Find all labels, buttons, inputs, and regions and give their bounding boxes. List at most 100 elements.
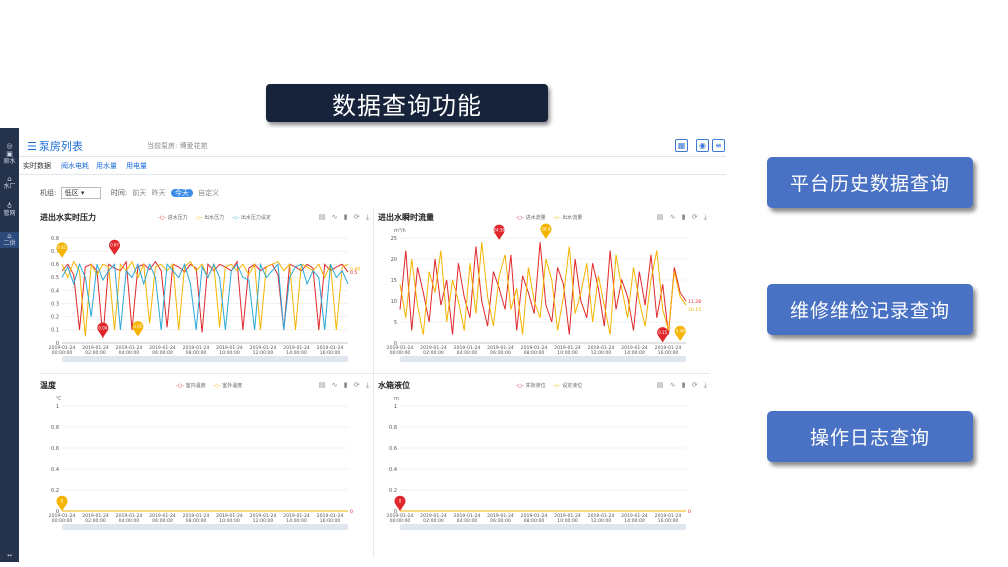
data-marker: 26.8 (540, 223, 552, 239)
x-tick-label: 04:00:00 (457, 350, 478, 356)
y-tick-label: 0.6 (51, 262, 59, 268)
end-value-label: 10.15 (688, 307, 701, 313)
sidebar-item-network[interactable]: ♁ 管网 (0, 202, 19, 218)
tab-power-usage[interactable]: 用电量 (126, 161, 147, 171)
end-value-label: 0 (350, 509, 353, 515)
app-header: ☰ 泵房列表 当前泵房: 博爱花苑 ▦ ◉ ≡ (19, 134, 726, 157)
x-tick-label: 12:00:00 (591, 518, 612, 524)
end-value-label: 11.28 (688, 299, 701, 305)
sidebar-item-home[interactable]: ◎ (0, 142, 19, 150)
tab-energy[interactable]: 阀水电耗 (61, 161, 89, 171)
y-axis-label: m³/h (394, 228, 406, 234)
x-tick-label: 14:00:00 (624, 518, 645, 524)
history-query-button[interactable]: 平台历史数据查询 (767, 157, 973, 208)
y-axis-label: ℃ (56, 396, 62, 402)
x-tick-label: 16:00:00 (320, 518, 341, 524)
menu-icon[interactable]: ☰ (27, 140, 37, 153)
y-tick-label: 0.6 (389, 446, 397, 452)
pressure-chart: 00.10.20.30.40.50.60.70.82019-01-2400:00… (49, 236, 360, 362)
x-tick-label: 08:00:00 (524, 518, 545, 524)
x-tick-label: 08:00:00 (524, 350, 545, 356)
x-tick-label: 14:00:00 (286, 518, 307, 524)
house-icon: ⌂ (7, 232, 12, 240)
data-marker: 0.15 (657, 327, 669, 343)
log-query-button[interactable]: 操作日志查询 (767, 411, 973, 462)
y-tick-label: 0.8 (51, 236, 59, 242)
x-tick-label: 12:00:00 (253, 350, 274, 356)
x-tick-label: 08:00:00 (186, 350, 207, 356)
y-tick-label: 0.4 (51, 467, 59, 473)
marker-label: 0.05 (133, 324, 142, 329)
y-tick-label: 25 (391, 236, 397, 242)
period-custom[interactable]: 自定义 (198, 189, 219, 197)
x-tick-label: 06:00:00 (490, 518, 511, 524)
y-tick-label: 0.1 (51, 328, 59, 334)
x-tick-label: 14:00:00 (286, 350, 307, 356)
x-tick-label: 02:00:00 (423, 518, 444, 524)
y-tick-label: 15 (391, 278, 397, 284)
data-marker: 0.04 (97, 322, 109, 338)
temperature-chart-panel: 温度 -○- 室内温度 -◇- 室外温度 ▤ ∿ ▮ ⟳ ⤓ ℃ 0 0.2 0.4 0… (40, 380, 375, 540)
data-marker: 0.48 (674, 325, 686, 341)
maintenance-query-button[interactable]: 维修维检记录查询 (767, 284, 973, 335)
y-tick-label: 0.6 (51, 446, 59, 452)
sidebar-expand-icon[interactable]: ↔ (0, 552, 19, 560)
end-value-label: 0.49 (350, 266, 360, 272)
y-tick-label: 0.2 (389, 488, 397, 494)
period-day-before[interactable]: 前天 (132, 189, 146, 197)
grid-view-icon[interactable]: ▦ (675, 139, 688, 152)
y-tick-label: 5 (394, 320, 397, 326)
x-tick-label: 12:00:00 (253, 518, 274, 524)
sidebar-item-label: 原水 (3, 158, 16, 165)
x-tick-label: 10:00:00 (219, 350, 240, 356)
x-tick-label: 00:00:00 (52, 518, 73, 524)
page-title: ☰ 泵房列表 (27, 140, 83, 153)
y-tick-label: 0.4 (389, 467, 397, 473)
temperature-chart: ℃00.20.40.60.812019-01-2400:00:002019-01… (49, 396, 353, 530)
x-tick-label: 04:00:00 (119, 518, 140, 524)
network-icon: ♁ (6, 202, 13, 210)
y-tick-label: 0.8 (389, 425, 397, 431)
y-tick-label: 0.2 (51, 315, 59, 321)
x-tick-label: 00:00:00 (390, 518, 411, 524)
y-tick-label: 1 (394, 404, 397, 410)
tab-water-usage[interactable]: 用水量 (96, 161, 117, 171)
x-tick-label: 06:00:00 (490, 350, 511, 356)
water-icon: ▣ (6, 150, 13, 158)
unit-select[interactable]: 低区 ▾ (60, 187, 101, 199)
tab-realtime[interactable]: 实时数据 (23, 161, 51, 171)
y-tick-label: 1 (56, 404, 59, 410)
x-tick-label: 06:00:00 (152, 518, 173, 524)
zoom-slider (400, 524, 686, 530)
sidebar-item-label: 二供 (3, 240, 16, 247)
zoom-slider (62, 356, 348, 362)
x-tick-label: 00:00:00 (390, 350, 411, 356)
flow-chart: m³/h05101520252019-01-2400:00:002019-01-… (387, 223, 701, 362)
x-tick-label: 04:00:00 (457, 518, 478, 524)
x-tick-label: 10:00:00 (557, 350, 578, 356)
x-tick-label: 16:00:00 (658, 518, 679, 524)
y-tick-label: 0.5 (51, 275, 59, 281)
series-line (399, 242, 687, 335)
sidebar-item-secondary[interactable]: ⌂ 二供 (0, 232, 19, 248)
sidebar-item-raw-water[interactable]: ▣ 原水 (0, 150, 19, 166)
end-value-label: 0 (688, 509, 691, 515)
sidebar: ◎ ▣ 原水 ⌂ 水厂 ♁ 管网 ⌂ 二供 ↔ (0, 128, 19, 562)
x-tick-label: 00:00:00 (52, 350, 73, 356)
location-icon[interactable]: ◉ (696, 139, 709, 152)
x-tick-label: 16:00:00 (658, 350, 679, 356)
sidebar-item-label: 管网 (3, 210, 16, 217)
x-tick-label: 10:00:00 (219, 518, 240, 524)
data-marker: 24.56 (493, 224, 505, 240)
period-today[interactable]: 今天 (170, 189, 193, 197)
sidebar-item-plant[interactable]: ⌂ 水厂 (0, 175, 19, 191)
sidebar-item-label: 水厂 (3, 183, 16, 190)
marker-label: 0 (399, 499, 402, 504)
filter-bar: 机组: 低区 ▾ 时间: 前天 昨天 今天 自定义 (40, 187, 220, 199)
flow-chart-panel: 进出水瞬时流量 -○- 进水流量 -◇- 出水流量 ▤ ∿ ▮ ⟳ ⤓ m³/h… (378, 212, 713, 372)
list-view-icon[interactable]: ≡ (712, 139, 725, 152)
period-yesterday[interactable]: 昨天 (152, 189, 166, 197)
target-icon: ◎ (6, 142, 13, 150)
y-axis-label: m (394, 396, 399, 402)
divider (40, 373, 710, 374)
